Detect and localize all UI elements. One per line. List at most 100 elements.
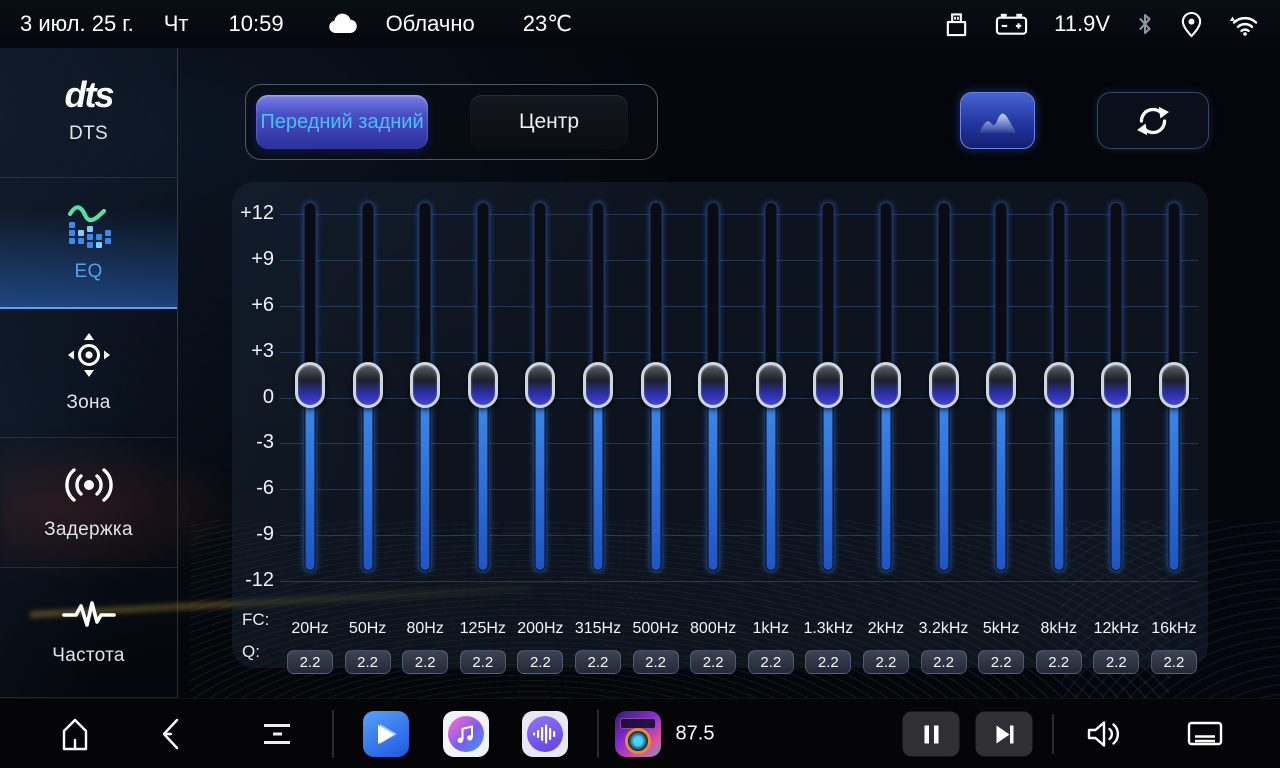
gain-slider[interactable] [926,200,962,574]
eq-preset-button[interactable] [960,92,1035,149]
gain-slider[interactable] [407,200,443,574]
band-q-button[interactable]: 2.2 [402,650,448,674]
eq-band-column: 12kHz 2.2 [1098,200,1134,574]
band-q-button[interactable]: 2.2 [748,650,794,674]
gain-slider[interactable] [350,200,386,574]
slider-thumb[interactable] [468,362,498,408]
eq-band-column: 800Hz 2.2 [695,200,731,574]
band-q-button[interactable]: 2.2 [575,650,621,674]
dock-divider [598,710,599,758]
zone-icon [64,331,114,379]
radio-app-icon[interactable] [615,711,661,757]
eq-band-column: 315Hz 2.2 [580,200,616,574]
band-q-button[interactable]: 2.2 [805,650,851,674]
band-q-button[interactable]: 2.2 [517,650,563,674]
gain-slider[interactable] [638,200,674,574]
band-frequency-label: 8kHz [1040,620,1076,638]
q-row-label: Q: [242,642,260,662]
band-frequency-label: 800Hz [690,620,736,638]
gain-slider[interactable] [522,200,558,574]
slider-thumb[interactable] [756,362,786,408]
band-q-button[interactable]: 2.2 [1093,650,1139,674]
gain-slider[interactable] [292,200,328,574]
slider-thumb[interactable] [583,362,613,408]
band-frequency-label: 50Hz [349,620,386,638]
slider-thumb[interactable] [353,362,383,408]
slider-thumb[interactable] [871,362,901,408]
band-q-button[interactable]: 2.2 [345,650,391,674]
slider-thumb[interactable] [813,362,843,408]
status-day: Чт [164,11,189,37]
play-app-icon[interactable] [363,711,409,757]
band-frequency-label: 2kHz [868,620,904,638]
sidebar: dts DTS EQ [0,48,178,698]
gain-slider[interactable] [695,200,731,574]
slider-fill [824,402,833,570]
eq-band-column: 8kHz 2.2 [1041,200,1077,574]
gain-slider[interactable] [580,200,616,574]
tab-center[interactable]: Центр [470,95,628,149]
gain-slider[interactable] [465,200,501,574]
band-frequency-label: 1kHz [753,620,789,638]
music-app-icon[interactable] [443,711,489,757]
slider-thumb[interactable] [641,362,671,408]
eq-band-column: 1kHz 2.2 [753,200,789,574]
slider-thumb[interactable] [525,362,555,408]
slider-thumb[interactable] [698,362,728,408]
band-q-button[interactable]: 2.2 [1151,650,1197,674]
gain-slider[interactable] [753,200,789,574]
gain-slider[interactable] [810,200,846,574]
band-q-button[interactable]: 2.2 [460,650,506,674]
head-unit-screen: 3 июл. 25 г. Чт 10:59 Облачно 23℃ [0,0,1280,768]
band-q-button[interactable]: 2.2 [1036,650,1082,674]
scale-label: -6 [232,477,274,500]
volume-icon[interactable] [1085,717,1125,751]
band-q-button[interactable]: 2.2 [633,650,679,674]
radio-speaker [625,728,651,754]
dts-logo: dts [65,80,113,110]
sidebar-item-zone[interactable]: Зона [0,309,177,439]
band-q-button[interactable]: 2.2 [921,650,967,674]
home-icon[interactable] [58,716,92,752]
refresh-icon [1133,101,1173,141]
sidebar-item-frequency[interactable]: Частота [0,568,177,698]
gridline [280,581,1198,582]
waveform-icon [527,716,563,752]
sidebar-item-label: Частота [52,645,125,667]
tab-front-rear[interactable]: Передний задний [256,95,428,149]
eq-reset-button[interactable] [1097,92,1209,149]
scale-label: +3 [232,340,274,363]
band-q-button[interactable]: 2.2 [863,650,909,674]
gain-slider[interactable] [1041,200,1077,574]
scale-label: 0 [232,386,274,409]
eq-band-column: 16kHz 2.2 [1156,200,1192,574]
slider-thumb[interactable] [1044,362,1074,408]
slider-thumb[interactable] [1101,362,1131,408]
slider-fill [881,402,890,570]
gain-slider[interactable] [1156,200,1192,574]
band-q-button[interactable]: 2.2 [978,650,1024,674]
next-track-button[interactable] [976,712,1033,757]
gain-slider[interactable] [983,200,1019,574]
status-bar: 3 июл. 25 г. Чт 10:59 Облачно 23℃ [0,0,1280,48]
gain-slider[interactable] [1098,200,1134,574]
slider-thumb[interactable] [410,362,440,408]
band-q-button[interactable]: 2.2 [690,650,736,674]
sidebar-item-eq[interactable]: EQ [0,178,177,309]
sidebar-item-delay[interactable]: Задержка [0,438,177,568]
eq-band-column: 5kHz 2.2 [983,200,1019,574]
voice-app-icon[interactable] [522,711,568,757]
pause-button[interactable] [903,712,960,757]
band-frequency-label: 125Hz [460,620,506,638]
sidebar-item-dts[interactable]: dts DTS [0,48,177,178]
music-note-icon [448,716,484,752]
back-icon[interactable] [157,715,187,753]
slider-thumb[interactable] [1159,362,1189,408]
gain-slider[interactable] [868,200,904,574]
slider-thumb[interactable] [929,362,959,408]
display-icon[interactable] [1186,719,1224,749]
slider-thumb[interactable] [986,362,1016,408]
slider-thumb[interactable] [295,362,325,408]
recent-apps-icon[interactable] [262,720,292,748]
band-q-button[interactable]: 2.2 [287,650,333,674]
